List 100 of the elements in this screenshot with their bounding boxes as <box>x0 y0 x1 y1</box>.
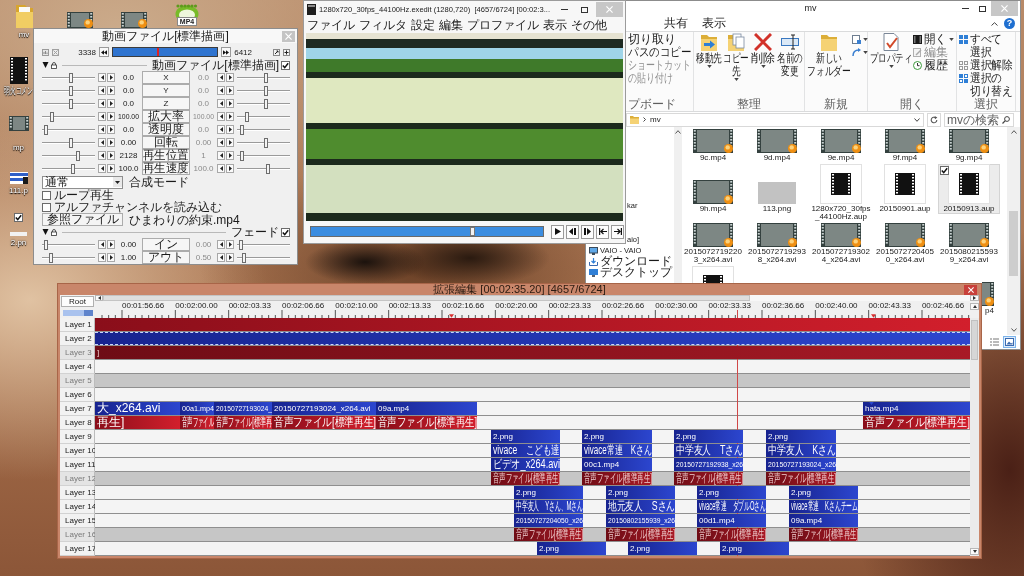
ribbon-button[interactable]: 移動先 <box>696 33 722 98</box>
collapse-triangle-icon[interactable] <box>42 229 49 235</box>
timeline-clip[interactable]: vivace こども達 <box>491 444 560 457</box>
ribbon-button[interactable]: 選択の切り替え <box>959 72 1013 98</box>
checkbox[interactable] <box>281 227 290 237</box>
timeline-clip[interactable]: 00c1.mp4 <box>582 458 652 471</box>
decrease-button[interactable] <box>217 73 225 82</box>
increase-button[interactable] <box>226 138 234 147</box>
ribbon-tab[interactable]: 共有 <box>657 16 695 31</box>
increase-button[interactable] <box>107 73 115 82</box>
decrease-button[interactable] <box>98 73 106 82</box>
timeline-clip[interactable]: 2.png <box>720 542 789 555</box>
file-item[interactable]: 9f.mp4 <box>874 129 936 163</box>
ribbon-button[interactable]: 切り取り <box>628 33 691 46</box>
scroll-up-button[interactable] <box>970 303 979 310</box>
scroll-right-button[interactable] <box>970 295 979 301</box>
timeline-clip[interactable]: 音声ファイル[標準再生] <box>674 472 743 485</box>
frame-range-track[interactable] <box>112 47 218 57</box>
parameter-button[interactable]: Z <box>142 97 190 110</box>
scrollbar-track[interactable] <box>1007 127 1020 335</box>
increase-button[interactable] <box>226 73 234 82</box>
padlock-icon[interactable] <box>51 61 57 69</box>
increase-button[interactable] <box>226 151 234 160</box>
timeline-clip[interactable]: 2.png <box>514 486 583 499</box>
ribbon-button[interactable]: コピー先 <box>723 33 749 98</box>
increase-button[interactable] <box>107 86 115 95</box>
decrease-button[interactable] <box>98 151 106 160</box>
decrease-button[interactable] <box>98 240 106 249</box>
address-bar[interactable]: mv <box>626 112 924 127</box>
increase-button[interactable] <box>107 151 115 160</box>
slider-thumb[interactable] <box>68 72 73 83</box>
timeline-clip[interactable]: 2.png <box>491 430 560 443</box>
root-button[interactable]: Root <box>61 296 94 307</box>
timeline-clip[interactable]: vivace常連 ダブルOさん <box>697 500 766 513</box>
file-item[interactable]: 9e.mp4 <box>810 129 872 163</box>
zoom-track[interactable] <box>62 310 93 316</box>
increase-button[interactable] <box>107 99 115 108</box>
jump-end-button[interactable] <box>221 47 231 57</box>
decrease-button[interactable] <box>217 138 225 147</box>
increase-button[interactable] <box>226 86 234 95</box>
plus-icon[interactable] <box>283 48 290 56</box>
timeline-clip[interactable]: 09a.mp4 <box>789 514 858 527</box>
menu-item[interactable]: フィルタ <box>357 18 409 33</box>
start-value[interactable]: 100.0 <box>118 163 139 174</box>
start-value[interactable]: 0.0 <box>118 98 139 109</box>
ribbon-button[interactable]: パスのコピー <box>628 46 691 59</box>
file-item[interactable]: 9c.mp4 <box>682 129 744 163</box>
file-item[interactable]: 20150901.aup <box>874 164 936 214</box>
timeline-clip[interactable]: 00d1.mp4 <box>697 514 766 527</box>
nav-item[interactable]: デスクトップ <box>586 267 674 278</box>
ribbon-button[interactable] <box>852 33 866 46</box>
layer-header[interactable]: Layer 6 <box>60 388 95 402</box>
decrease-button[interactable] <box>98 138 106 147</box>
increase-button[interactable] <box>226 240 234 249</box>
timeline-clip[interactable]: 20150727193024_x26 <box>766 458 836 471</box>
timeline-clip[interactable]: 00a1.mp4 <box>180 402 214 415</box>
timeline-clip[interactable]: 大_x264.avi <box>95 402 180 415</box>
ribbon-button[interactable] <box>852 46 866 59</box>
file-item[interactable]: 9g.mp4 <box>938 129 1000 163</box>
ribbon-tab[interactable]: 表示 <box>695 16 733 31</box>
slider-thumb[interactable] <box>71 163 76 174</box>
increase-button[interactable] <box>226 112 234 121</box>
timeline-clip[interactable]: 音声ファイル[標準再生] <box>863 416 970 429</box>
parameter-button[interactable]: 再生速度 <box>142 162 190 175</box>
desktop-icon[interactable] <box>67 12 93 28</box>
file-item[interactable]: 20150727192203_x264.avi <box>682 223 744 265</box>
increase-button[interactable] <box>107 164 115 173</box>
start-value[interactable]: 0.00 <box>118 137 139 148</box>
timeline-clip[interactable]: 地元友人 Sさん <box>606 500 675 513</box>
menu-item[interactable]: 編集 <box>437 18 465 33</box>
increase-button[interactable] <box>107 112 115 121</box>
jump-end-button[interactable] <box>611 224 624 239</box>
chevron-down-icon[interactable] <box>914 117 920 122</box>
decrease-button[interactable] <box>217 151 225 160</box>
timeline-clip[interactable]: 音声ファイル[標準再 <box>214 416 272 429</box>
parameter-button[interactable]: X <box>142 71 190 84</box>
start-value[interactable]: 0.0 <box>118 124 139 135</box>
slider-thumb[interactable] <box>68 137 73 148</box>
ribbon-button[interactable]: 新しいフォルダー <box>807 33 851 98</box>
current-frame-marker[interactable] <box>156 48 159 56</box>
ribbon-button[interactable]: 開く <box>913 33 954 46</box>
scroll-thumb[interactable] <box>1009 211 1018 276</box>
timeline-clip[interactable]: 音声ファイル <box>180 416 214 429</box>
scroll-thumb[interactable] <box>971 320 978 360</box>
timeline-clip[interactable]: 20150727204050_x26 <box>514 514 583 527</box>
file-item[interactable]: 20150913.aup <box>938 164 1000 214</box>
layer-header[interactable]: Layer 11 <box>60 458 95 472</box>
timeline-clip[interactable]: 音声ファイル[標準再生] <box>606 528 675 541</box>
file-item[interactable]: 20150802155939_x264.avi <box>938 223 1000 265</box>
parameter-button[interactable]: アウト <box>142 251 190 264</box>
timeline-clip[interactable]: 音声ファイル[標準再生] <box>697 528 766 541</box>
ribbon-button[interactable]: 選択解除 <box>959 59 1013 72</box>
file-item[interactable]: 20150727192938_x264.avi <box>746 223 808 265</box>
layer-header[interactable]: Layer 3 <box>60 346 95 360</box>
decrease-button[interactable] <box>217 112 225 121</box>
checkbox[interactable] <box>940 166 949 175</box>
timeline-clip[interactable]: ビデオ_x264.avi <box>491 458 560 471</box>
timeline-clip[interactable]: 2.png <box>628 542 697 555</box>
nav-item[interactable]: ダウンロード <box>586 256 674 267</box>
menu-item[interactable]: 設定 <box>409 18 437 33</box>
